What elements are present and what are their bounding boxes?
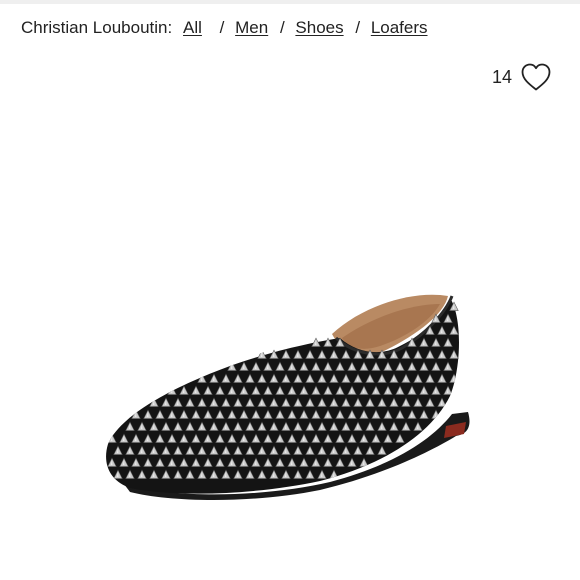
breadcrumb-link-loafers[interactable]: Loafers <box>371 18 428 37</box>
breadcrumb-link-men[interactable]: Men <box>235 18 268 37</box>
breadcrumb-brand: Christian Louboutin: <box>21 18 173 37</box>
top-divider <box>0 0 580 4</box>
breadcrumb-separator: / <box>219 18 225 37</box>
listing-page: Christian Louboutin: All / Men / Shoes /… <box>0 0 580 580</box>
heart-outline-icon[interactable] <box>520 62 552 92</box>
favorite-button[interactable]: 14 <box>492 62 552 92</box>
spiked-loafer-image[interactable] <box>100 276 480 502</box>
favorite-count: 14 <box>491 67 512 87</box>
breadcrumb-separator: / <box>279 18 285 37</box>
breadcrumb-link-all[interactable]: All <box>183 18 202 37</box>
breadcrumb-link-shoes[interactable]: Shoes <box>295 18 343 37</box>
breadcrumb-separator: / <box>355 18 361 37</box>
stud-highlight <box>170 387 173 393</box>
breadcrumb: Christian Louboutin: All / Men / Shoes /… <box>21 17 428 39</box>
